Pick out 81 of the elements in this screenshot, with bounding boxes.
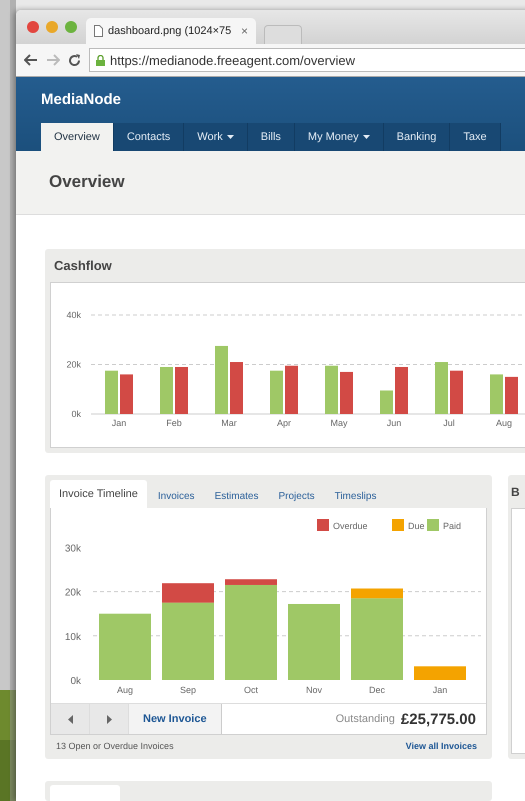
legend-swatch bbox=[317, 519, 329, 531]
brand-name[interactable]: MediaNode bbox=[41, 76, 525, 123]
panel-tab[interactable]: Invoice Timeline bbox=[50, 480, 147, 508]
panel-title: Cashflow bbox=[54, 258, 112, 273]
axis-label: Aug bbox=[117, 685, 133, 695]
legend-label: Due bbox=[408, 521, 425, 531]
forward-icon[interactable] bbox=[46, 54, 60, 66]
nav-tab[interactable]: My Money bbox=[294, 122, 384, 151]
panel-tab[interactable]: Timeslips bbox=[326, 484, 386, 508]
nav-tab[interactable]: Contacts bbox=[114, 122, 184, 151]
axis-label: Aug bbox=[496, 418, 512, 428]
panel-tab[interactable]: Estimates bbox=[206, 484, 268, 508]
browser-tab[interactable]: dashboard.png (1024×75 × bbox=[86, 18, 256, 44]
bar bbox=[270, 370, 283, 414]
axis-label: Feb bbox=[166, 418, 182, 428]
bar bbox=[120, 374, 133, 414]
nav-tab[interactable]: Banking bbox=[384, 122, 450, 151]
back-icon[interactable] bbox=[24, 54, 38, 66]
window-controls-icon[interactable] bbox=[26, 20, 78, 34]
axis-label: Jan bbox=[112, 418, 126, 428]
bar bbox=[450, 370, 463, 414]
bar bbox=[340, 372, 353, 414]
axis-label: 40k bbox=[66, 310, 81, 320]
axis-label: 30k bbox=[64, 543, 81, 554]
axis-label: 20k bbox=[64, 588, 81, 599]
bar bbox=[380, 390, 393, 414]
axis-label: Nov bbox=[306, 685, 322, 695]
previous-button[interactable] bbox=[51, 704, 90, 734]
axis-label: Apr bbox=[277, 418, 291, 428]
axis-label: 10k bbox=[64, 632, 81, 643]
axis-label: Jun bbox=[386, 418, 402, 428]
axis-label: Dec bbox=[369, 685, 385, 695]
legend-label: Paid bbox=[443, 521, 462, 531]
outstanding-label: Outstanding bbox=[336, 713, 395, 725]
bar bbox=[325, 366, 338, 414]
axis-label: Sep bbox=[180, 685, 196, 695]
panel-title: B bbox=[511, 484, 520, 498]
outstanding-amount: £25,775.00 bbox=[400, 710, 476, 728]
bar bbox=[175, 366, 188, 414]
bar bbox=[105, 370, 118, 414]
nav-tab[interactable]: Work bbox=[184, 122, 248, 151]
panel-tab[interactable]: Projects bbox=[269, 484, 324, 508]
page-title: Overview bbox=[49, 172, 125, 192]
bar bbox=[99, 614, 151, 680]
document-icon bbox=[94, 25, 103, 38]
axis-label: 0k bbox=[71, 409, 81, 419]
axis-label: Oct bbox=[244, 685, 258, 695]
view-all-link[interactable]: View all Invoices bbox=[406, 741, 477, 751]
bar bbox=[160, 366, 173, 414]
nav-tab[interactable]: Taxe bbox=[450, 122, 501, 151]
left-triangle-icon bbox=[68, 714, 72, 724]
bar bbox=[285, 366, 298, 414]
nav-tab[interactable]: Overview bbox=[41, 122, 114, 151]
panel-tab[interactable]: Invoices bbox=[148, 484, 204, 508]
bar bbox=[414, 666, 466, 680]
axis-label: 20k bbox=[66, 360, 81, 370]
axis-label: Jul bbox=[443, 418, 455, 428]
axis-label: 0k bbox=[70, 676, 81, 687]
bar bbox=[230, 362, 243, 414]
bar bbox=[435, 362, 448, 414]
tab-title: dashboard.png (1024×75 bbox=[108, 25, 232, 38]
legend-swatch bbox=[427, 519, 439, 531]
address-bar[interactable]: https://medianode.freeagent.com/overview bbox=[89, 48, 525, 72]
invoice-count: 13 Open or Overdue Invoices bbox=[56, 741, 174, 751]
next-button[interactable] bbox=[90, 704, 129, 734]
axis-label: May bbox=[330, 418, 348, 428]
legend-label: Overdue bbox=[333, 521, 368, 531]
lock-icon bbox=[96, 54, 105, 66]
legend-swatch bbox=[392, 519, 404, 531]
axis-label: Jan bbox=[432, 685, 448, 695]
axis-label: Mar bbox=[221, 418, 237, 428]
reload-icon[interactable] bbox=[68, 54, 81, 67]
bar bbox=[395, 366, 408, 414]
close-button[interactable]: × bbox=[240, 24, 248, 38]
right-triangle-icon bbox=[106, 714, 112, 724]
nav-tab[interactable]: Bills bbox=[248, 122, 295, 151]
new-tab-button[interactable] bbox=[264, 25, 302, 44]
bar bbox=[490, 374, 503, 414]
bar bbox=[505, 376, 518, 414]
bar bbox=[215, 346, 228, 414]
url-text: https://medianode.freeagent.com/overview bbox=[110, 52, 355, 68]
